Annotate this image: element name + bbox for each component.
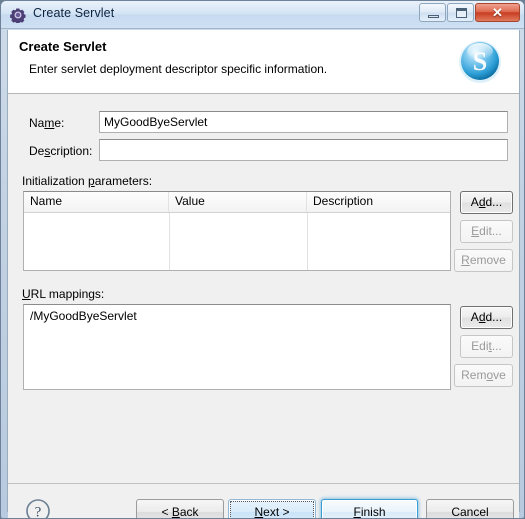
maximize-icon: [456, 8, 467, 18]
close-button[interactable]: ✕: [475, 3, 520, 22]
window-title: Create Servlet: [33, 6, 115, 20]
servlet-gear-icon: [10, 7, 26, 24]
wizard-header: Create Servlet Enter servlet deployment …: [8, 30, 519, 94]
column-divider: [307, 213, 308, 270]
url-mappings-edit-button: Edit...: [460, 335, 513, 358]
description-label: Description:: [29, 144, 93, 158]
column-header-name[interactable]: Name: [24, 192, 169, 212]
page-title: Create Servlet: [19, 39, 107, 54]
column-header-description[interactable]: Description: [307, 192, 450, 212]
url-mappings-label: URL mappings:: [22, 287, 105, 301]
column-divider: [169, 213, 170, 270]
url-mappings-add-button[interactable]: Add...: [460, 306, 513, 329]
title-bar[interactable]: Create Servlet ✕: [1, 1, 524, 29]
svg-text:S: S: [473, 47, 487, 76]
init-parameters-add-button[interactable]: Add...: [460, 191, 513, 214]
maximize-button[interactable]: [447, 3, 474, 22]
dialog-button-bar: ? < Back Next > Finish Cancel: [8, 483, 519, 519]
list-item[interactable]: /MyGoodByeServlet: [24, 305, 450, 323]
name-label: Name:: [29, 116, 65, 130]
minimize-icon: [428, 15, 439, 18]
svg-text:?: ?: [35, 505, 42, 519]
init-parameters-remove-button: Remove: [454, 249, 513, 272]
description-input[interactable]: [99, 139, 508, 161]
focus-ring: [230, 501, 314, 518]
page-subtitle: Enter servlet deployment descriptor spec…: [29, 62, 328, 76]
create-servlet-dialog-window: Create Servlet ✕ Create Servlet Enter se…: [0, 0, 525, 519]
init-parameters-label: Initialization parameters:: [22, 174, 153, 188]
table-body[interactable]: [24, 213, 450, 270]
table-header-row: Name Value Description: [24, 192, 450, 213]
finish-button[interactable]: Finish: [321, 499, 418, 518]
init-parameters-edit-button: Edit...: [460, 220, 513, 243]
init-parameters-table[interactable]: Name Value Description: [23, 191, 451, 271]
wizard-content: Name: MyGoodByeServlet Description: Init…: [8, 94, 519, 483]
close-icon: ✕: [492, 5, 503, 20]
window-controls: ✕: [418, 3, 520, 22]
url-mappings-list[interactable]: /MyGoodByeServlet: [23, 304, 451, 390]
servlet-s-sphere-icon: S: [455, 36, 505, 86]
minimize-button[interactable]: [419, 3, 446, 22]
column-header-value[interactable]: Value: [169, 192, 307, 212]
help-icon[interactable]: ?: [25, 498, 51, 519]
name-input[interactable]: MyGoodByeServlet: [99, 111, 508, 133]
url-mappings-remove-button: Remove: [454, 364, 513, 387]
next-button[interactable]: Next >: [228, 499, 316, 518]
dialog-body: Create Servlet Enter servlet deployment …: [7, 30, 520, 518]
cancel-button[interactable]: Cancel: [426, 499, 514, 518]
back-button[interactable]: < Back: [136, 499, 224, 518]
